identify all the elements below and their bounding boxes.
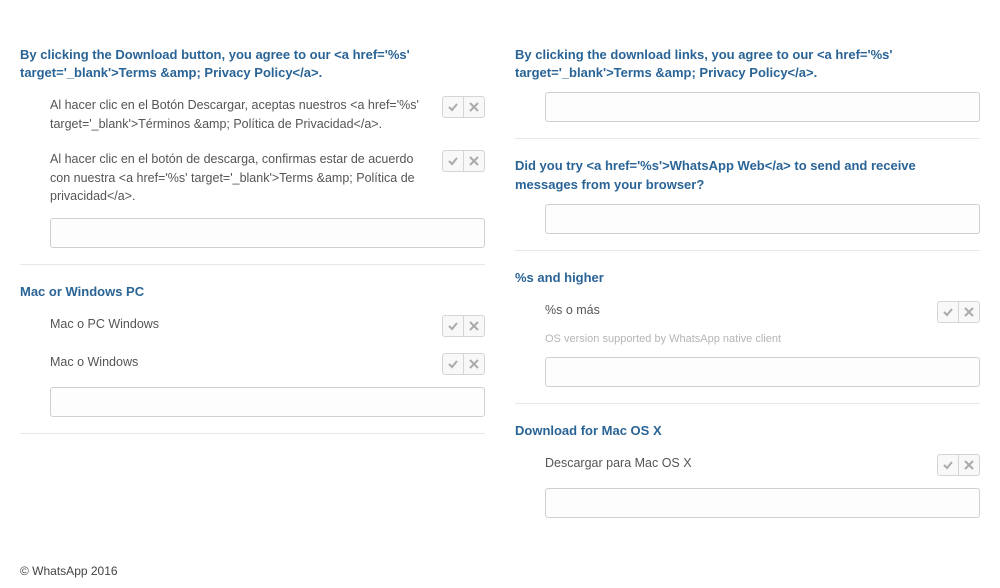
approve-button[interactable] — [442, 315, 464, 337]
source-string: Mac or Windows PC — [20, 283, 485, 301]
source-string: Download for Mac OS X — [515, 422, 980, 440]
translation-text: Al hacer clic en el botón de descarga, c… — [50, 150, 442, 206]
source-string: Did you try <a href='%s'>WhatsApp Web</a… — [515, 157, 980, 193]
string-section: By clicking the download links, you agre… — [515, 28, 980, 139]
approve-button[interactable] — [937, 454, 959, 476]
translation-row: Al hacer clic en el botón de descarga, c… — [20, 140, 485, 212]
reject-button[interactable] — [463, 315, 485, 337]
right-column: By clicking the download links, you agre… — [515, 0, 980, 534]
vote-actions — [937, 301, 980, 323]
string-section: Did you try <a href='%s'>WhatsApp Web</a… — [515, 139, 980, 250]
new-translation-row — [20, 212, 485, 250]
translation-row: %s o más — [515, 291, 980, 329]
new-translation-row — [515, 198, 980, 236]
translation-row: Al hacer clic en el Botón Descargar, ace… — [20, 86, 485, 140]
footer-copyright: © WhatsApp 2016 — [0, 534, 1000, 588]
new-translation-input[interactable] — [545, 204, 980, 234]
reject-button[interactable] — [463, 96, 485, 118]
hint-text: OS version supported by WhatsApp native … — [515, 329, 980, 351]
translation-text: Descargar para Mac OS X — [545, 454, 937, 473]
new-translation-input[interactable] — [50, 218, 485, 248]
reject-button[interactable] — [958, 454, 980, 476]
approve-button[interactable] — [442, 353, 464, 375]
string-section: By clicking the Download button, you agr… — [20, 28, 485, 265]
new-translation-row — [20, 381, 485, 419]
string-section: Mac or Windows PC Mac o PC Windows Mac o… — [20, 265, 485, 434]
translation-text: Al hacer clic en el Botón Descargar, ace… — [50, 96, 442, 134]
reject-button[interactable] — [463, 353, 485, 375]
translation-row: Descargar para Mac OS X — [515, 444, 980, 482]
new-translation-row — [515, 482, 980, 520]
vote-actions — [937, 454, 980, 476]
source-string: By clicking the Download button, you agr… — [20, 46, 485, 82]
reject-button[interactable] — [958, 301, 980, 323]
new-translation-input[interactable] — [545, 92, 980, 122]
new-translation-input[interactable] — [545, 357, 980, 387]
vote-actions — [442, 150, 485, 172]
source-string: %s and higher — [515, 269, 980, 287]
new-translation-input[interactable] — [545, 488, 980, 518]
vote-actions — [442, 315, 485, 337]
translation-text: Mac o Windows — [50, 353, 442, 372]
vote-actions — [442, 353, 485, 375]
approve-button[interactable] — [442, 150, 464, 172]
string-section: Download for Mac OS X Descargar para Mac… — [515, 404, 980, 534]
left-column: By clicking the Download button, you agr… — [20, 0, 485, 534]
new-translation-row — [515, 86, 980, 124]
vote-actions — [442, 96, 485, 118]
approve-button[interactable] — [442, 96, 464, 118]
translation-text: %s o más — [545, 301, 937, 320]
approve-button[interactable] — [937, 301, 959, 323]
new-translation-row — [515, 351, 980, 389]
translation-text: Mac o PC Windows — [50, 315, 442, 334]
source-string: By clicking the download links, you agre… — [515, 46, 980, 82]
new-translation-input[interactable] — [50, 387, 485, 417]
string-section: %s and higher %s o más OS version suppor… — [515, 251, 980, 404]
translation-row: Mac o Windows — [20, 343, 485, 381]
translation-row: Mac o PC Windows — [20, 305, 485, 343]
reject-button[interactable] — [463, 150, 485, 172]
